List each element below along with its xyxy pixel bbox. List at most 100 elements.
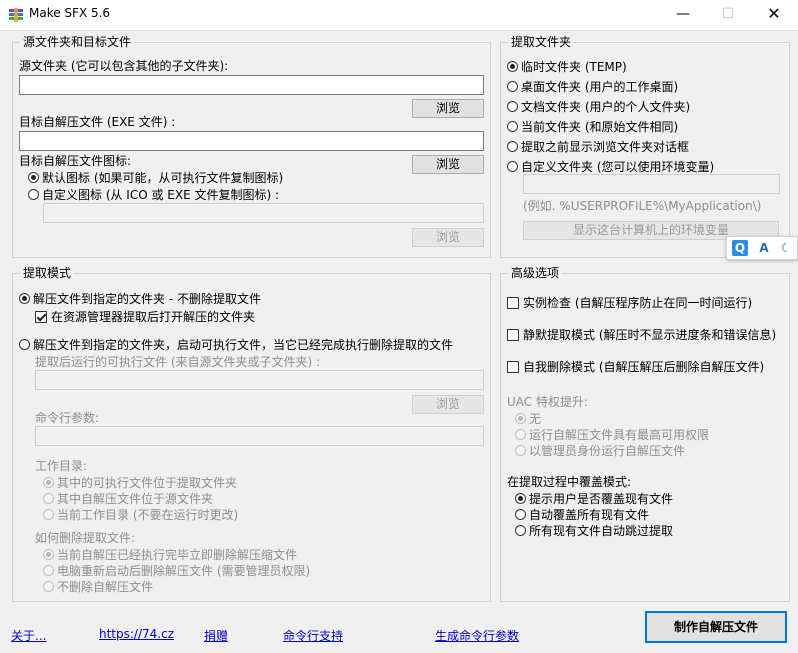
cmdline-support-link[interactable]: 命令行支持 (283, 627, 343, 644)
checkbox-unchecked-icon (507, 328, 519, 341)
radio-label: 默认图标 (如果可能，从可执行文件复制图标) (42, 171, 284, 185)
radio-checked-icon (43, 549, 54, 560)
radio-unchecked-icon (28, 189, 39, 200)
radio-checked-icon (28, 172, 39, 183)
overwrite-radio-1[interactable]: 提示用户是否覆盖现有文件 (515, 491, 673, 507)
radio-label: 桌面文件夹 (用户的工作桌面) (521, 80, 679, 94)
browse-exe-button[interactable]: 浏览 (412, 395, 484, 414)
delete-mode-radio-2[interactable]: 电脑重新启动后删除解压文件 (需要管理员权限) (43, 563, 310, 579)
radio-checked-icon (43, 477, 54, 488)
radio-label: 解压文件到指定的文件夹 - 不删除提取文件 (33, 292, 261, 306)
silent-mode-checkbox[interactable]: 静默提取模式 (解压时不显示进度条和错误信息) (507, 327, 776, 343)
radio-unchecked-icon (507, 121, 518, 132)
radio-unchecked-icon (43, 493, 54, 504)
delete-label: 如何删除提取文件: (35, 531, 136, 545)
extract-folder-radio-1[interactable]: 临时文件夹 (TEMP) (507, 59, 627, 75)
delete-mode-radio-1[interactable]: 当前自解压已经执行完毕立即删除解压缩文件 (43, 547, 297, 563)
radio-unchecked-icon (507, 161, 518, 172)
custom-folder-input[interactable] (523, 174, 780, 194)
single-instance-checkbox[interactable]: 实例检查 (自解压程序防止在同一时间运行) (507, 295, 752, 311)
radio-unchecked-icon (43, 565, 54, 576)
search-q-icon[interactable]: Q (732, 240, 748, 256)
radio-label: 自动覆盖所有现有文件 (529, 508, 650, 522)
self-delete-checkbox[interactable]: 自我删除模式 (自解压解压后删除自解压文件) (507, 359, 764, 375)
radio-label: 以管理员身份运行自解压文件 (529, 444, 686, 458)
extract-folder-radio-4[interactable]: 当前文件夹 (和原始文件相同) (507, 119, 678, 135)
workdir-radio-1[interactable]: 其中的可执行文件位于提取文件夹 (43, 475, 237, 491)
radio-label: 其中的可执行文件位于提取文件夹 (57, 476, 238, 490)
website-link[interactable]: https://74.cz (99, 627, 174, 641)
radio-unchecked-icon (507, 101, 518, 112)
icon-custom-radio[interactable]: 自定义图标 (从 ICO 或 EXE 文件复制图标) : (28, 187, 279, 203)
extract-folder-radio-2[interactable]: 桌面文件夹 (用户的工作桌面) (507, 79, 678, 95)
radio-label: 提示用户是否覆盖现有文件 (529, 492, 674, 506)
browse-source-button[interactable]: 浏览 (412, 99, 484, 118)
window-title: Make SFX 5.6 (29, 6, 111, 20)
workdir-radio-2[interactable]: 其中自解压文件位于源文件夹 (43, 491, 213, 507)
extract-folder-radio-3[interactable]: 文档文件夹 (用户的个人文件夹) (507, 99, 690, 115)
radio-unchecked-icon (43, 509, 54, 520)
radio-unchecked-icon (507, 141, 518, 152)
source-folder-label: 源文件夹 (它可以包含其他的子文件夹): (19, 59, 229, 73)
radio-label: 文档文件夹 (用户的个人文件夹) (521, 100, 691, 114)
workdir-radio-3[interactable]: 当前工作目录 (不要在运行时更改) (43, 507, 238, 523)
checkbox-label: 静默提取模式 (解压时不显示进度条和错误信息) (523, 328, 777, 342)
radio-checked-icon (515, 493, 526, 504)
group-title: 高级选项 (508, 265, 563, 281)
checkbox-unchecked-icon (507, 296, 519, 309)
about-link[interactable]: 关于... (11, 627, 46, 644)
delete-mode-radio-3[interactable]: 不删除自解压文件 (43, 579, 153, 595)
cmd-args-label: 命令行参数: (35, 411, 100, 425)
generate-cmdline-link[interactable]: 生成命令行参数 (435, 627, 519, 644)
checkbox-checked-icon (35, 310, 47, 323)
checkbox-label: 在资源管理器提取后打开解压的文件夹 (51, 310, 256, 324)
minimize-button[interactable]: — (660, 0, 706, 30)
font-a-icon[interactable]: A (756, 240, 772, 256)
exe-input[interactable] (35, 370, 484, 390)
radio-label: 解压文件到指定的文件夹，启动可执行文件，当它已经完成执行删除提取的文件 (33, 338, 454, 352)
radio-label: 临时文件夹 (TEMP) (521, 60, 627, 74)
radio-label: 当前工作目录 (不要在运行时更改) (57, 508, 239, 522)
browse-target-button[interactable]: 浏览 (412, 155, 484, 174)
extract-folder-radio-6[interactable]: 自定义文件夹 (您可以使用环境变量) (507, 159, 714, 175)
overwrite-radio-3[interactable]: 所有现有文件自动跳过提取 (515, 523, 673, 539)
radio-label: 自定义图标 (从 ICO 或 EXE 文件复制图标) : (42, 188, 280, 202)
overwrite-label: 在提取过程中覆盖模式: (507, 475, 632, 489)
target-file-label: 目标自解压文件 (EXE 文件) : (19, 115, 176, 129)
exe-label: 提取后运行的可执行文件 (来自源文件夹或子文件夹) : (35, 355, 321, 369)
radio-label: 当前自解压已经执行完毕立即删除解压缩文件 (57, 548, 298, 562)
uac-label: UAC 特权提升: (507, 395, 589, 409)
overwrite-radio-2[interactable]: 自动覆盖所有现有文件 (515, 507, 649, 523)
maximize-button: ☐ (721, 6, 735, 22)
browse-icon-button[interactable]: 浏览 (412, 228, 484, 247)
open-folder-after-checkbox[interactable]: 在资源管理器提取后打开解压的文件夹 (35, 309, 255, 325)
checkbox-label: 自我删除模式 (自解压解压后删除自解压文件) (523, 360, 765, 374)
extract-folder-radio-5[interactable]: 提取之前显示浏览文件夹对话框 (507, 139, 689, 155)
icon-default-radio[interactable]: 默认图标 (如果可能，从可执行文件复制图标) (28, 170, 283, 186)
radio-label: 当前文件夹 (和原始文件相同) (521, 120, 679, 134)
uac-radio-3[interactable]: 以管理员身份运行自解压文件 (515, 443, 685, 459)
radio-checked-icon (19, 293, 30, 304)
donate-link[interactable]: 捐赠 (204, 627, 228, 644)
radio-unchecked-icon (515, 445, 526, 456)
close-button[interactable]: ✕ (751, 0, 797, 30)
title-bar: Make SFX 5.6 — ☐ ✕ (0, 0, 798, 31)
moon-icon[interactable]: ☾ (778, 240, 794, 256)
icon-label: 目标自解压文件图标: (19, 154, 132, 168)
radio-label: 自定义文件夹 (您可以使用环境变量) (521, 160, 715, 174)
icon-path-input[interactable] (43, 203, 484, 223)
radio-unchecked-icon (43, 581, 54, 592)
group-title: 提取模式 (20, 265, 75, 281)
mode-run-delete-radio[interactable]: 解压文件到指定的文件夹，启动可执行文件，当它已经完成执行删除提取的文件 (19, 337, 453, 353)
cmd-args-input[interactable] (35, 426, 484, 446)
source-folder-input[interactable] (19, 75, 484, 95)
radio-unchecked-icon (515, 509, 526, 520)
target-file-input[interactable] (19, 131, 484, 151)
make-sfx-button[interactable]: 制作自解压文件 (645, 611, 787, 643)
uac-radio-2[interactable]: 运行自解压文件具有最高可用权限 (515, 427, 709, 443)
group-title: 源文件夹和目标文件 (20, 34, 135, 50)
radio-label: 提取之前显示浏览文件夹对话框 (521, 140, 690, 154)
radio-unchecked-icon (515, 429, 526, 440)
mode-no-delete-radio[interactable]: 解压文件到指定的文件夹 - 不删除提取文件 (19, 291, 261, 307)
uac-radio-1[interactable]: 无 (515, 411, 541, 427)
